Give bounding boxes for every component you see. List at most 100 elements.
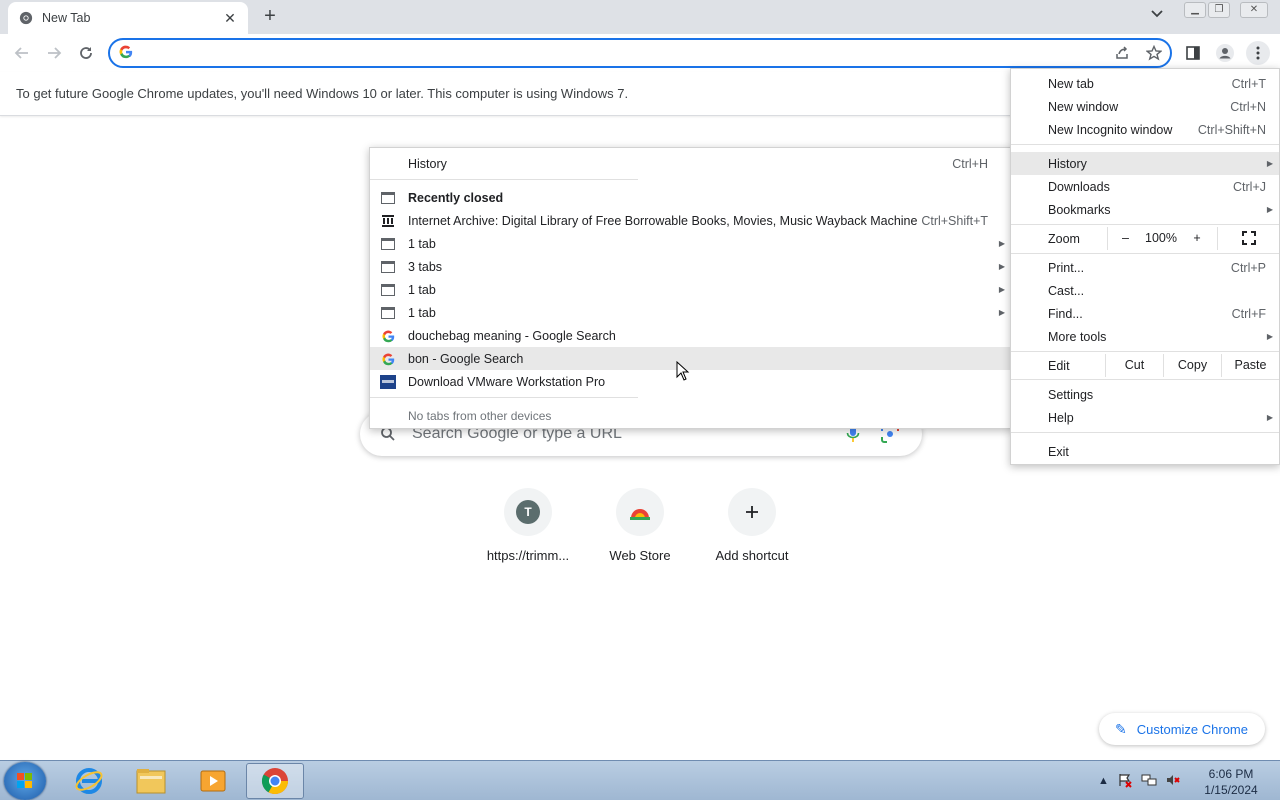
shortcut-icon: T [504, 488, 552, 536]
menu-item-new-window[interactable]: New window Ctrl+N [1011, 95, 1279, 118]
cut-button[interactable]: Cut [1105, 354, 1163, 377]
history-entry[interactable]: 1 tab ▶ [370, 278, 1013, 301]
star-icon[interactable] [1145, 44, 1164, 63]
shortcut-tile[interactable]: Web Store [584, 488, 696, 563]
restore-button[interactable]: ❐ [1208, 2, 1230, 18]
other-devices-label: No tabs from other devices [370, 404, 1013, 427]
history-entry-label: 1 tab [408, 305, 436, 320]
zoom-label: Zoom [1048, 232, 1080, 246]
close-tab-icon[interactable]: ✕ [222, 10, 238, 26]
shortcut-label: Ctrl+J [1233, 179, 1266, 194]
menu-item-label: New tab [1048, 76, 1094, 91]
menu-item-new-tab[interactable]: New tab Ctrl+T [1011, 72, 1279, 95]
shortcut-label: Ctrl+Shift+N [1197, 122, 1266, 137]
menu-item-history[interactable]: History ▶ [1011, 152, 1279, 175]
history-entry[interactable]: bon - Google Search [370, 347, 1013, 370]
volume-muted-icon[interactable] [1165, 772, 1181, 791]
submenu-arrow-icon: ▶ [998, 308, 1005, 317]
minimize-button[interactable]: ▁ [1184, 2, 1206, 18]
history-submenu: History Ctrl+H Recently closed Internet … [369, 147, 1014, 429]
menu-item-more-tools[interactable]: More tools ▶ [1011, 325, 1279, 348]
window-icon [380, 236, 396, 252]
customize-label: Customize Chrome [1136, 721, 1248, 737]
zoom-level: 100% [1145, 231, 1177, 245]
add-shortcut-tile[interactable]: Add shortcut [696, 488, 808, 563]
archive-icon [380, 213, 396, 229]
menu-item-bookmarks[interactable]: Bookmarks ▶ [1011, 198, 1279, 221]
history-entry[interactable]: 1 tab ▶ [370, 232, 1013, 255]
menu-item-label: History [408, 156, 447, 171]
shortcut-label: Add shortcut [715, 548, 789, 563]
history-entry-label: Internet Archive: Digital Library of Fre… [408, 213, 918, 228]
history-entry-label: 1 tab [408, 282, 436, 297]
menu-item-label: Print... [1048, 260, 1085, 275]
address-input[interactable] [144, 44, 1094, 62]
zoom-out-button[interactable]: – [1107, 227, 1143, 250]
show-hidden-icons-icon[interactable]: ▲ [1098, 775, 1109, 787]
menu-item-label: Help [1048, 410, 1074, 425]
menu-item-new-incognito[interactable]: New Incognito window Ctrl+Shift+N [1011, 118, 1279, 141]
new-tab-button[interactable]: + [258, 6, 282, 28]
history-entry[interactable]: 1 tab ▶ [370, 301, 1013, 324]
divider [370, 397, 638, 398]
file-explorer-icon[interactable] [122, 763, 180, 799]
edit-row: Edit Cut Copy Paste [1011, 354, 1279, 377]
reload-icon[interactable] [74, 41, 98, 65]
profile-icon[interactable] [1213, 41, 1237, 65]
menu-item-label: History [1048, 156, 1087, 171]
history-entry[interactable]: Download VMware Workstation Pro [370, 370, 1013, 393]
clock-time: 6:06 PM [1208, 767, 1254, 781]
history-menu-item[interactable]: History Ctrl+H [370, 152, 1013, 175]
window-icon [380, 282, 396, 298]
clock-date: 1/15/2024 [1204, 783, 1258, 797]
tab-title: New Tab [42, 11, 91, 25]
menu-item-label: Cast... [1048, 283, 1085, 298]
fullscreen-icon[interactable] [1217, 227, 1279, 250]
shortcut-tile[interactable]: T https://trimm... [472, 488, 584, 563]
close-window-button[interactable]: ✕ [1240, 2, 1268, 18]
history-entry[interactable]: Internet Archive: Digital Library of Fre… [370, 209, 1013, 232]
menu-item-cast[interactable]: Cast... [1011, 279, 1279, 302]
customize-chrome-button[interactable]: ✎ Customize Chrome [1099, 713, 1265, 745]
vmware-icon [380, 374, 396, 390]
shortcut-label: Ctrl+Shift+T [921, 213, 988, 228]
menu-item-exit[interactable]: Exit [1011, 440, 1279, 463]
divider [1011, 351, 1279, 352]
menu-item-downloads[interactable]: Downloads Ctrl+J [1011, 175, 1279, 198]
back-icon[interactable] [10, 41, 34, 65]
menu-item-help[interactable]: Help ▶ [1011, 406, 1279, 429]
kebab-menu-icon[interactable] [1246, 41, 1270, 65]
tab-new-tab[interactable]: New Tab ✕ [8, 2, 248, 34]
share-icon[interactable] [1114, 45, 1132, 63]
other-devices-text: No tabs from other devices [408, 408, 552, 423]
paste-button[interactable]: Paste [1221, 354, 1279, 377]
media-player-icon[interactable] [184, 763, 242, 799]
menu-item-label: Settings [1048, 387, 1094, 402]
chrome-taskbar-icon[interactable] [246, 763, 304, 799]
divider [1011, 224, 1279, 225]
mouse-cursor-icon [676, 360, 690, 381]
window-icon [380, 305, 396, 321]
copy-button[interactable]: Copy [1163, 354, 1221, 377]
menu-item-print[interactable]: Print... Ctrl+P [1011, 256, 1279, 279]
internet-explorer-icon[interactable] [60, 763, 118, 799]
chrome-icon [18, 10, 34, 26]
chevron-down-icon[interactable] [1150, 8, 1170, 26]
history-entry[interactable]: douchebag meaning - Google Search [370, 324, 1013, 347]
menu-item-settings[interactable]: Settings [1011, 383, 1279, 406]
zoom-row: Zoom – 100% + [1011, 227, 1279, 250]
submenu-arrow-icon: ▶ [1266, 159, 1273, 168]
side-panel-icon[interactable] [1181, 41, 1205, 65]
address-bar[interactable] [108, 38, 1172, 68]
menu-item-find[interactable]: Find... Ctrl+F [1011, 302, 1279, 325]
history-entry[interactable]: 3 tabs ▶ [370, 255, 1013, 278]
zoom-in-button[interactable]: + [1179, 227, 1215, 250]
menu-item-label: More tools [1048, 329, 1107, 344]
taskbar-clock[interactable]: 6:06 PM 1/15/2024 [1192, 766, 1270, 798]
recently-closed-header: Recently closed [370, 186, 1013, 209]
action-center-icon[interactable] [1117, 772, 1133, 791]
network-icon[interactable] [1141, 772, 1157, 791]
start-button[interactable] [4, 762, 46, 800]
shortcut-label: Ctrl+N [1230, 99, 1266, 114]
forward-icon[interactable] [42, 41, 66, 65]
